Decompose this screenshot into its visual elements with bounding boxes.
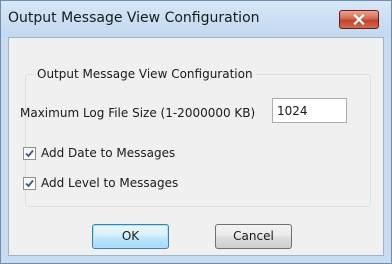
checkmark-icon — [25, 179, 34, 188]
add-date-label: Add Date to Messages — [41, 146, 176, 160]
ok-button[interactable]: OK — [92, 224, 169, 249]
dialog-body: Output Message View Configuration Maximu… — [8, 37, 384, 256]
checkmark-icon — [25, 149, 34, 158]
window-title: Output Message View Configuration — [8, 10, 260, 26]
close-button[interactable] — [339, 10, 379, 29]
log-size-label: Maximum Log File Size (1-2000000 KB) — [20, 106, 256, 120]
add-date-checkbox[interactable] — [23, 147, 36, 160]
cancel-button[interactable]: Cancel — [215, 224, 292, 249]
add-level-label: Add Level to Messages — [41, 176, 179, 190]
groupbox-title: Output Message View Configuration — [34, 67, 256, 81]
add-level-checkbox[interactable] — [23, 177, 36, 190]
close-x-icon — [353, 14, 365, 25]
dialog-window: Output Message View Configuration Output… — [0, 0, 392, 264]
log-size-input[interactable] — [272, 98, 347, 123]
title-bar[interactable]: Output Message View Configuration — [1, 1, 391, 37]
